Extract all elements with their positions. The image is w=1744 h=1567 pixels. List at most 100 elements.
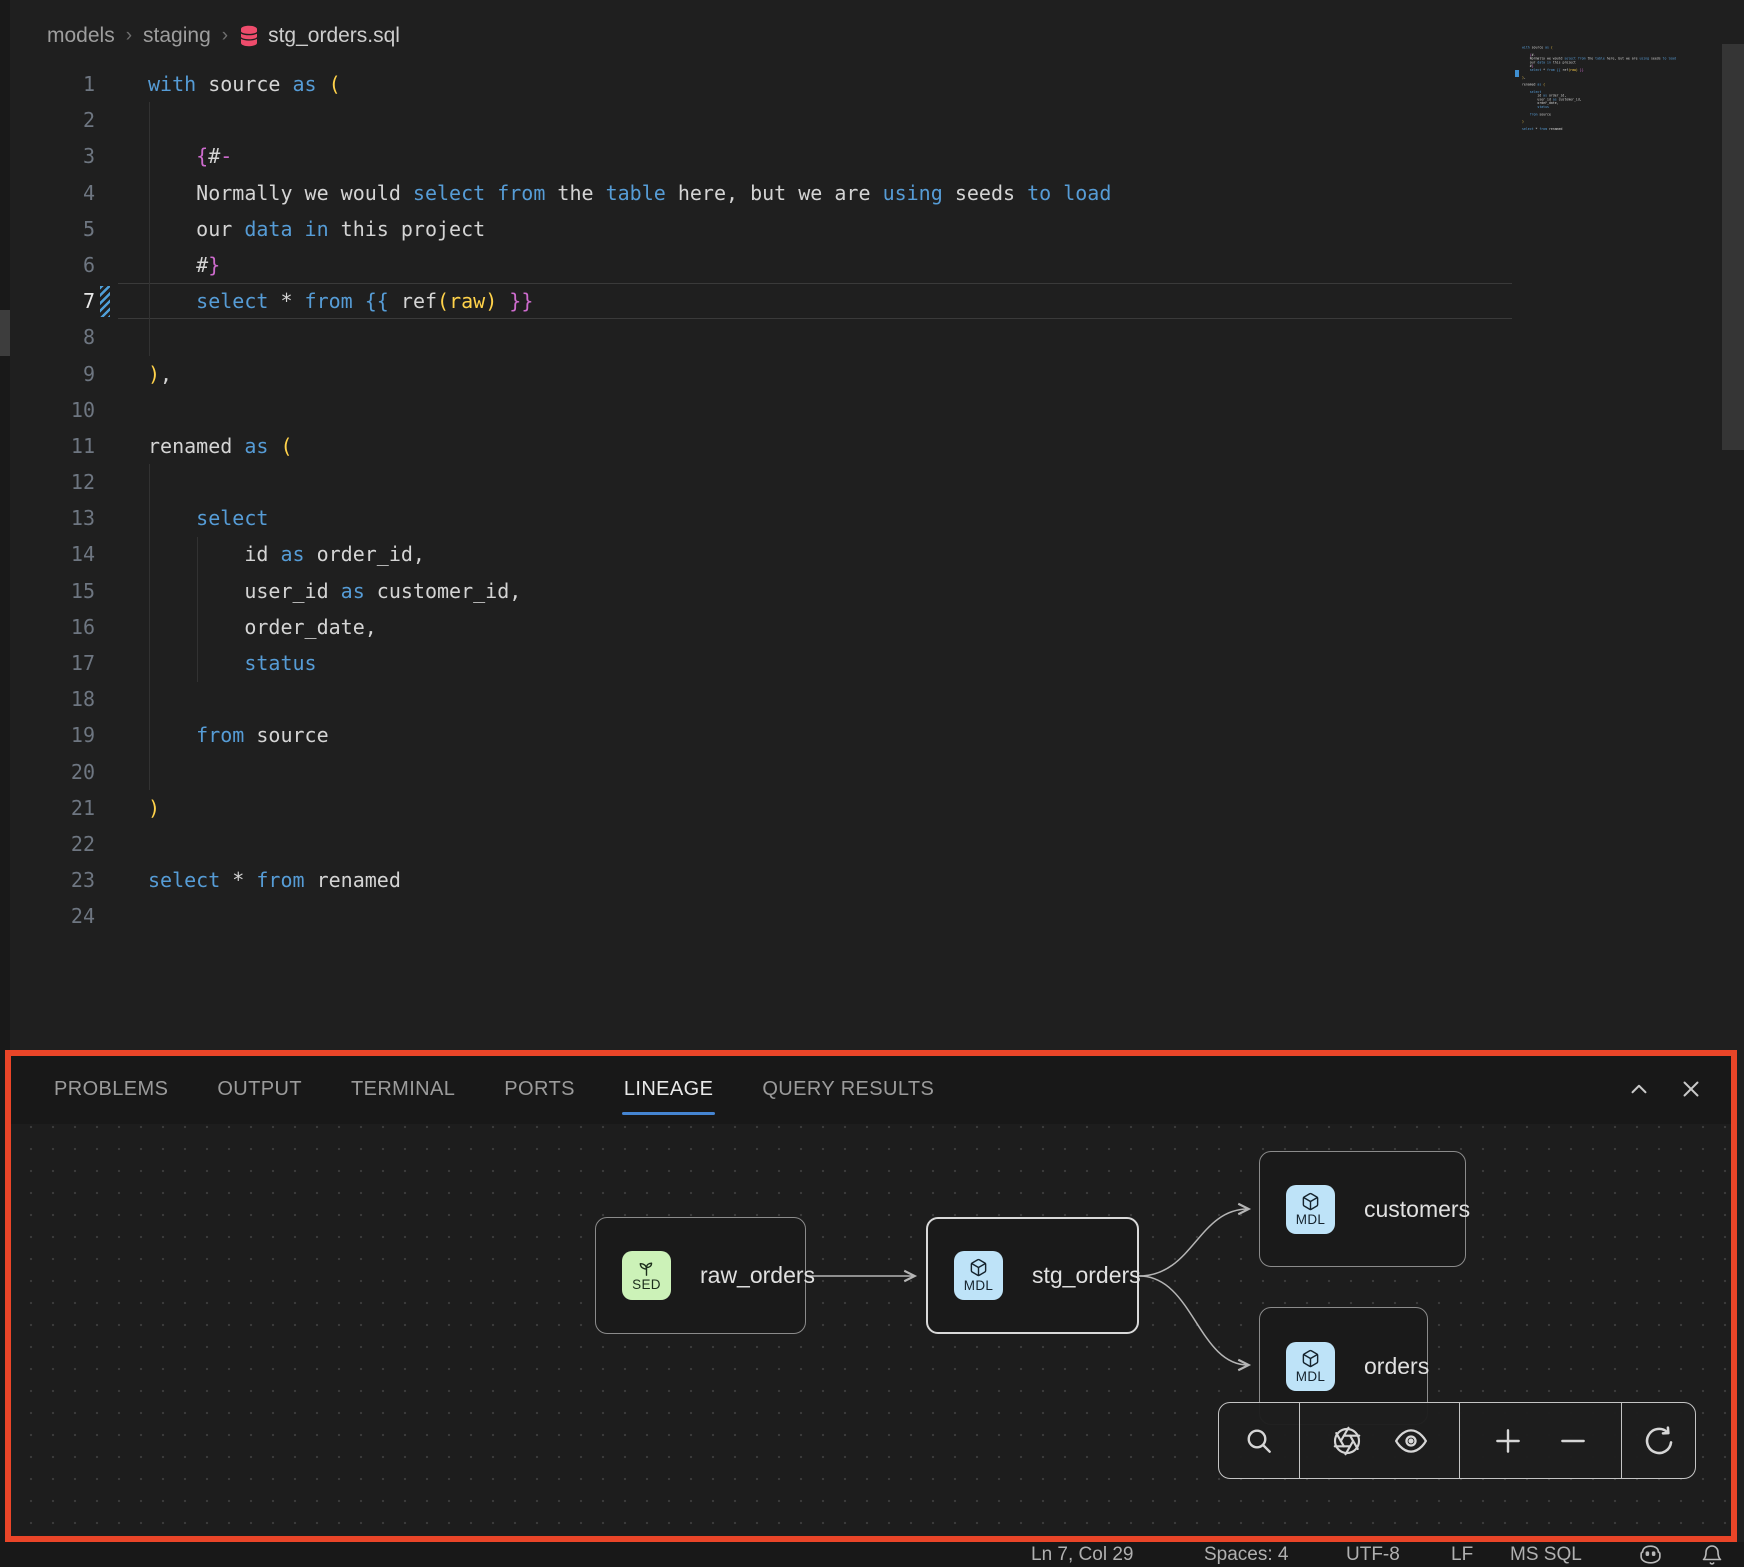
line-number: 5 [0, 211, 95, 247]
code-line[interactable]: 6 #} [0, 247, 1513, 283]
line-number: 23 [0, 862, 95, 898]
node-label: stg_orders [1032, 1262, 1141, 1289]
breadcrumb: models › staging › stg_orders.sql [47, 20, 400, 52]
lineage-edge [1139, 1276, 1248, 1365]
line-number: 3 [0, 138, 95, 174]
panel-tab-bar: PROBLEMS OUTPUT TERMINAL PORTS LINEAGE Q… [8, 1053, 1736, 1124]
code-line[interactable]: 12 [0, 464, 1513, 500]
copilot-icon [1638, 1543, 1663, 1566]
tab-output[interactable]: OUTPUT [217, 1076, 302, 1102]
line-number: 16 [0, 609, 95, 645]
code-line[interactable]: 18 [0, 681, 1513, 717]
collapse-panel-button[interactable] [1626, 1076, 1652, 1102]
tab-terminal[interactable]: TERMINAL [351, 1076, 455, 1102]
cube-icon [969, 1258, 988, 1277]
tab-problems[interactable]: PROBLEMS [54, 1076, 168, 1102]
node-label: raw_orders [700, 1262, 815, 1289]
status-bar: Ln 7, Col 29 Spaces: 4 UTF-8 LF MS SQL [0, 1542, 1744, 1567]
code-line[interactable]: 19 from source [0, 717, 1513, 753]
breadcrumb-file[interactable]: stg_orders.sql [239, 24, 400, 48]
line-number: 10 [0, 392, 95, 428]
line-number: 22 [0, 826, 95, 862]
line-number: 21 [0, 790, 95, 826]
language-mode[interactable]: MS SQL [1510, 1542, 1582, 1567]
code-line[interactable]: 17 status [0, 645, 1513, 681]
lineage-node-raw-orders[interactable]: SED raw_orders [595, 1217, 806, 1334]
cursor-position[interactable]: Ln 7, Col 29 [1031, 1542, 1133, 1567]
code-line[interactable]: 7 select * from {{ ref(raw) }} [0, 283, 1513, 319]
line-number: 9 [0, 356, 95, 392]
code-line[interactable]: 9), [0, 356, 1513, 392]
sprout-icon [637, 1259, 656, 1276]
lineage-canvas[interactable]: SED raw_orders MDL stg_orders MDL [8, 1124, 1736, 1541]
breadcrumb-item-models[interactable]: models [47, 24, 115, 48]
line-number: 20 [0, 754, 95, 790]
code-line[interactable]: 8 [0, 319, 1513, 355]
line-number: 12 [0, 464, 95, 500]
line-number: 4 [0, 175, 95, 211]
minimap[interactable]: with source as ( {#- Normally we would s… [1513, 40, 1721, 460]
aperture-button[interactable] [1331, 1425, 1363, 1457]
line-number: 2 [0, 102, 95, 138]
code-line[interactable]: 13 select [0, 500, 1513, 536]
code-editor[interactable]: 1with source as (23 {#-4 Normally we wou… [0, 66, 1513, 935]
breadcrumb-item-staging[interactable]: staging [143, 24, 211, 48]
model-badge: MDL [1286, 1185, 1335, 1234]
visibility-button[interactable] [1394, 1424, 1428, 1458]
encoding[interactable]: UTF-8 [1346, 1542, 1400, 1567]
chevron-right-icon: › [126, 25, 132, 47]
eye-icon [1394, 1424, 1428, 1458]
line-number: 7 [0, 283, 95, 319]
copilot-button[interactable] [1638, 1543, 1663, 1566]
line-number: 11 [0, 428, 95, 464]
code-line[interactable]: 10 [0, 392, 1513, 428]
notifications-button[interactable] [1700, 1543, 1724, 1567]
lineage-node-stg-orders[interactable]: MDL stg_orders [926, 1217, 1139, 1334]
code-line[interactable]: 23select * from renamed [0, 862, 1513, 898]
zoom-in-button[interactable] [1492, 1425, 1524, 1457]
code-line[interactable]: 11renamed as ( [0, 428, 1513, 464]
code-line[interactable]: 2 [0, 102, 1513, 138]
code-line[interactable]: 24 [0, 898, 1513, 934]
chevron-right-icon: › [222, 25, 228, 47]
line-number: 19 [0, 717, 95, 753]
search-icon [1243, 1425, 1275, 1457]
code-line[interactable]: 4 Normally we would select from the tabl… [0, 175, 1513, 211]
tab-ports[interactable]: PORTS [504, 1076, 575, 1102]
code-line[interactable]: 1with source as ( [0, 66, 1513, 102]
code-line[interactable]: 15 user_id as customer_id, [0, 573, 1513, 609]
code-line[interactable]: 5 our data in this project [0, 211, 1513, 247]
code-line[interactable]: 14 id as order_id, [0, 536, 1513, 572]
seed-badge: SED [622, 1251, 671, 1300]
code-line[interactable]: 22 [0, 826, 1513, 862]
close-icon [1678, 1076, 1704, 1102]
eol-sequence[interactable]: LF [1451, 1542, 1473, 1567]
badge-label: MDL [964, 1278, 993, 1293]
tab-lineage[interactable]: LINEAGE [624, 1076, 714, 1102]
chevron-up-icon [1626, 1076, 1652, 1102]
cube-icon [1301, 1192, 1320, 1211]
lineage-node-customers[interactable]: MDL customers [1259, 1151, 1466, 1267]
badge-label: MDL [1296, 1212, 1325, 1227]
line-number: 13 [0, 500, 95, 536]
code-line[interactable]: 20 [0, 754, 1513, 790]
refresh-button[interactable] [1642, 1424, 1676, 1458]
code-line[interactable]: 21) [0, 790, 1513, 826]
close-panel-button[interactable] [1678, 1076, 1704, 1102]
minus-icon [1557, 1425, 1589, 1457]
database-icon [239, 25, 259, 47]
editor-scrollbar[interactable] [1722, 44, 1744, 450]
line-number: 18 [0, 681, 95, 717]
search-button[interactable] [1243, 1425, 1275, 1457]
cube-icon [1301, 1349, 1320, 1368]
tab-query-results[interactable]: QUERY RESULTS [762, 1076, 934, 1102]
node-label: orders [1364, 1353, 1429, 1380]
line-number: 14 [0, 536, 95, 572]
zoom-out-button[interactable] [1557, 1425, 1589, 1457]
code-line[interactable]: 16 order_date, [0, 609, 1513, 645]
plus-icon [1492, 1425, 1524, 1457]
badge-label: MDL [1296, 1369, 1325, 1384]
indentation[interactable]: Spaces: 4 [1204, 1542, 1289, 1567]
lineage-edge [1139, 1209, 1248, 1276]
code-line[interactable]: 3 {#- [0, 138, 1513, 174]
